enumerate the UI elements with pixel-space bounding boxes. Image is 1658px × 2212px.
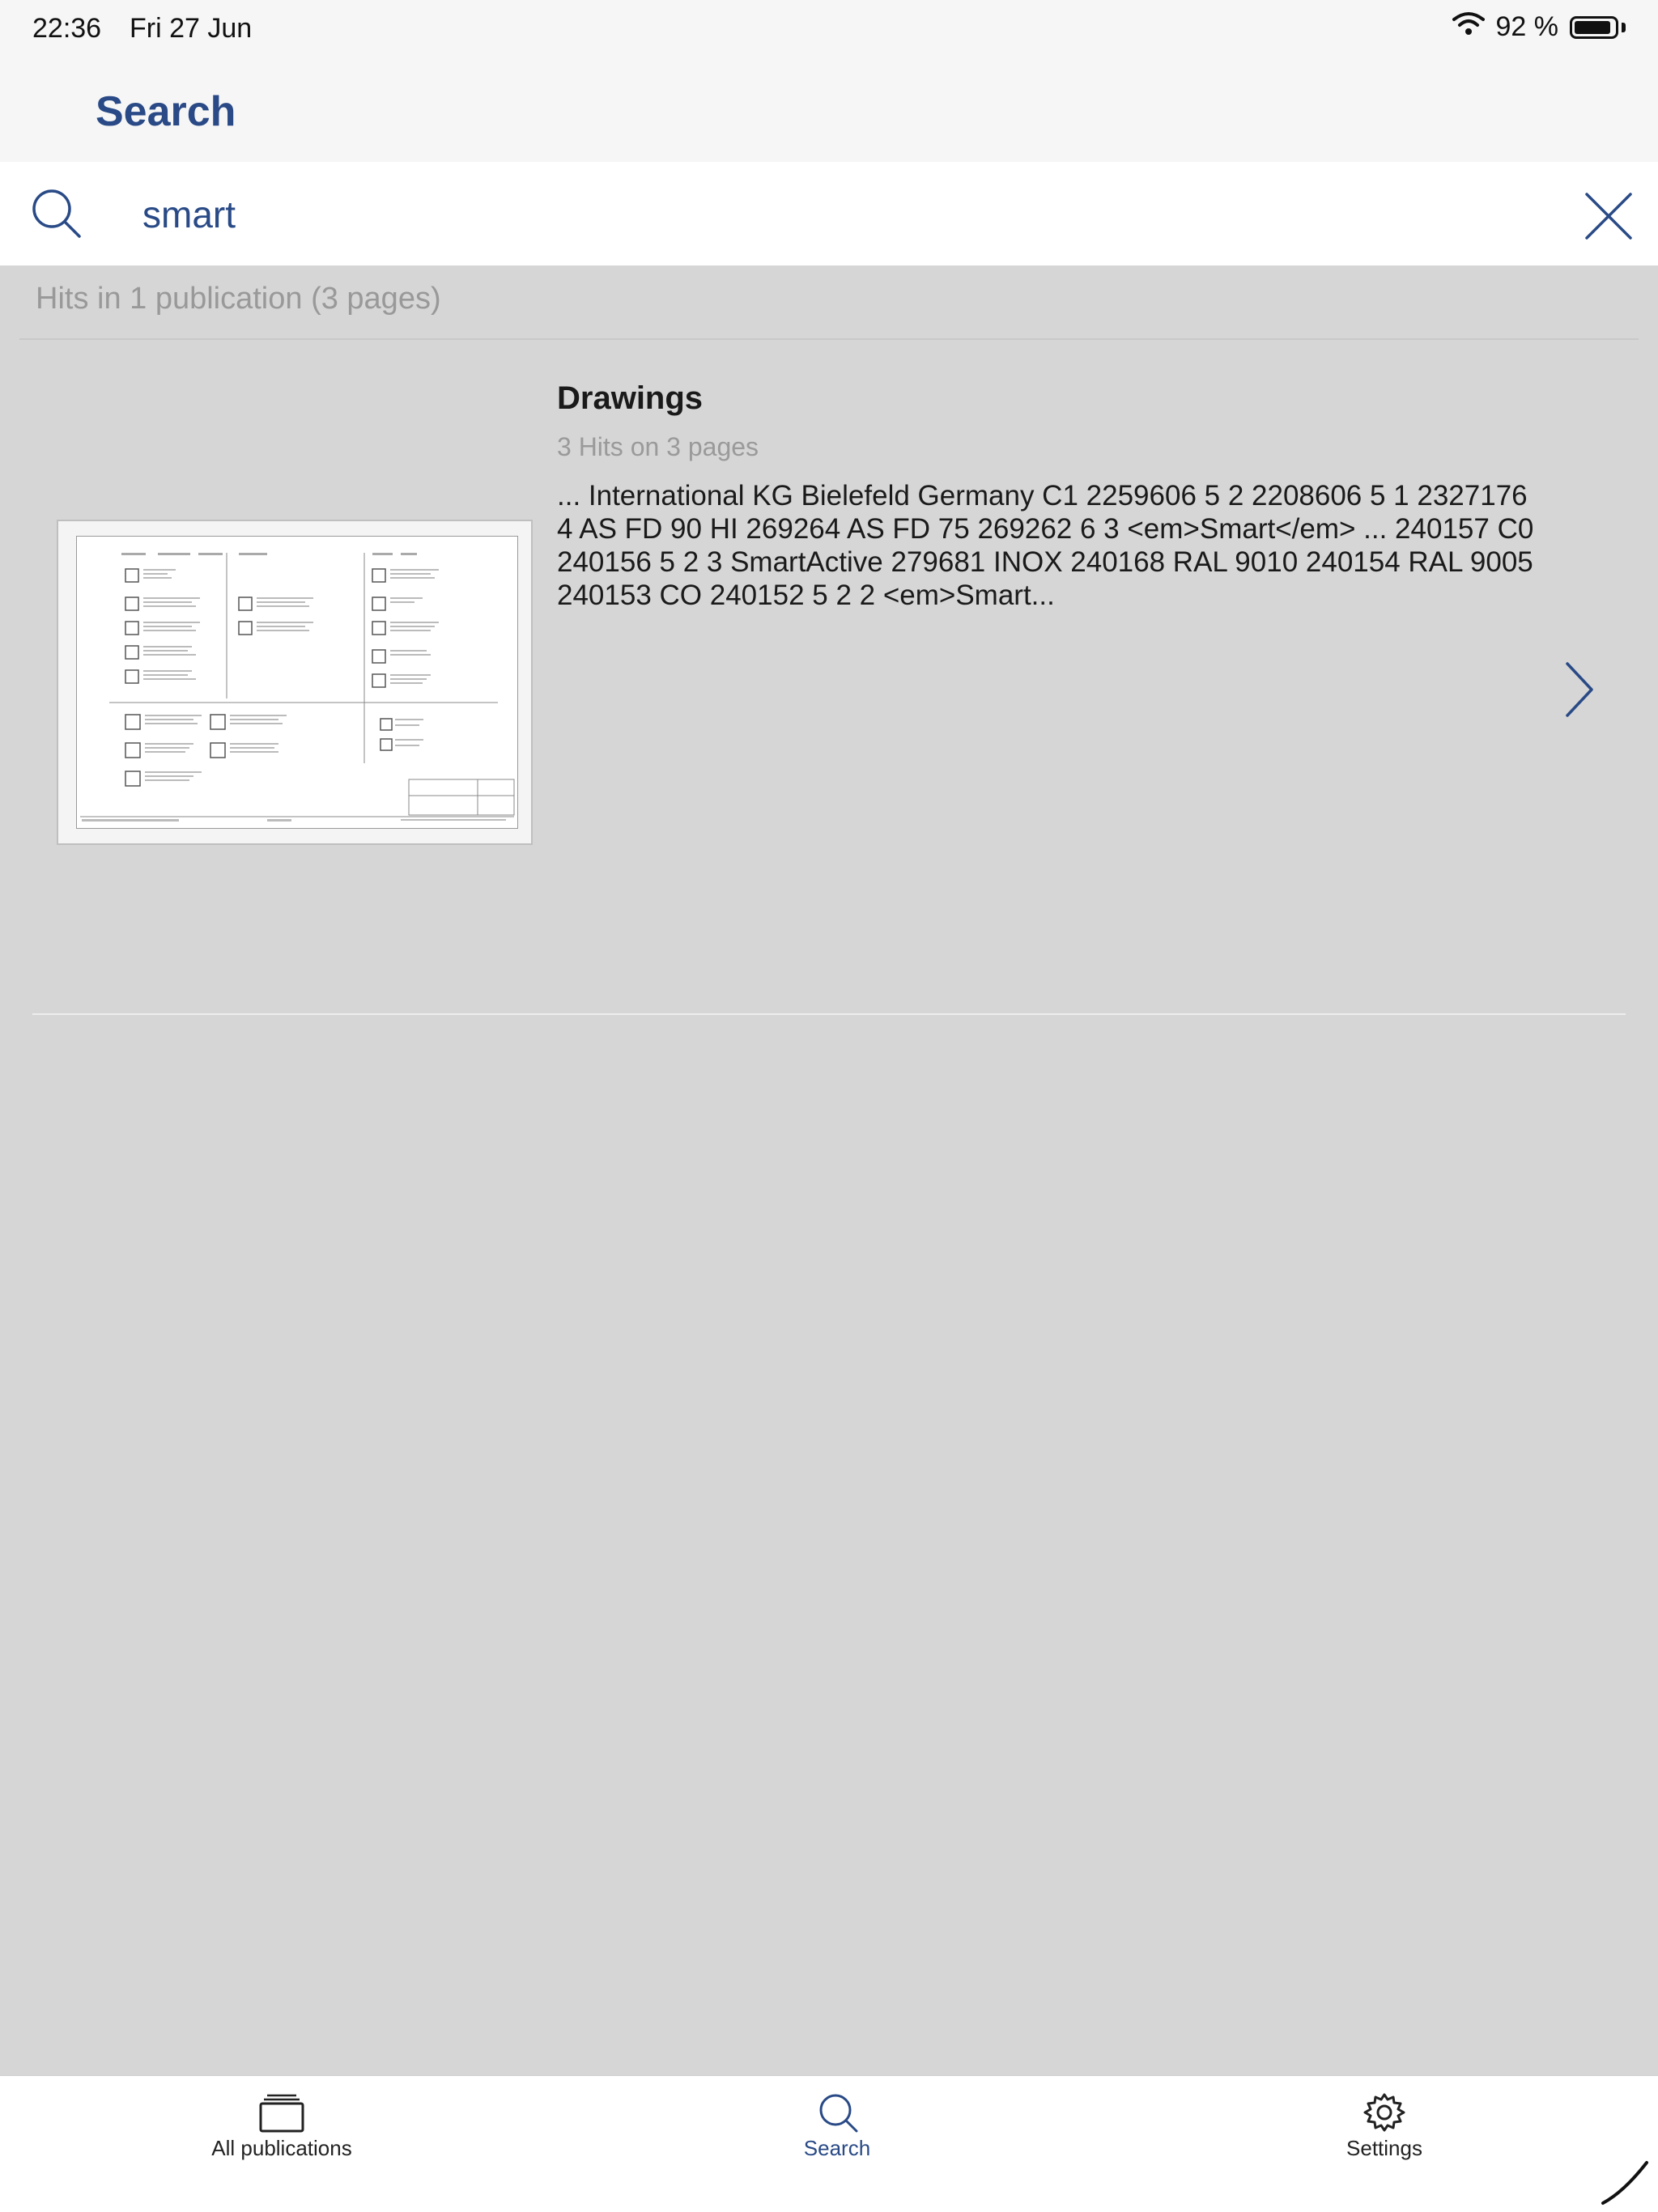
battery-percentage: 92 % (1495, 11, 1559, 42)
drawing-preview (80, 553, 515, 822)
search-result-item[interactable]: Drawings 3 Hits on 3 pages ... Internati… (0, 340, 1658, 1012)
tab-label: Search (803, 2136, 871, 2160)
publication-thumbnail (57, 520, 533, 845)
status-bar: 22:36 Fri 27 Jun 92 % (0, 0, 1658, 58)
battery-level (1575, 20, 1610, 34)
tab-settings[interactable]: Settings (1263, 2092, 1506, 2173)
battery-tip (1622, 22, 1626, 32)
tab-label: All publications (211, 2136, 352, 2160)
tab-search[interactable]: Search (716, 2092, 959, 2173)
status-indicators: 92 % (1452, 11, 1626, 43)
chevron-right-icon[interactable] (1561, 657, 1598, 722)
pencil-indicator-icon (1600, 2156, 1650, 2206)
publications-icon (160, 2092, 403, 2133)
results-summary: Hits in 1 publication (3 pages) (36, 282, 441, 316)
search-icon (716, 2092, 959, 2133)
gear-icon (1263, 2092, 1506, 2133)
tab-bar: All publications Search Settings (0, 2075, 1658, 2212)
thumbnail-page (76, 536, 518, 829)
close-icon[interactable] (1579, 186, 1639, 246)
search-bar (0, 162, 1658, 265)
divider (32, 1013, 1626, 1015)
result-snippet: ... International KG Bielefeld Germany C… (557, 480, 1534, 611)
search-icon (29, 186, 86, 243)
page-title: Search (96, 88, 236, 135)
status-time: 22:36 (32, 13, 102, 44)
result-title: Drawings (557, 380, 704, 416)
tab-all-publications[interactable]: All publications (160, 2092, 403, 2173)
result-hit-count: 3 Hits on 3 pages (557, 432, 759, 461)
wifi-icon (1452, 11, 1485, 43)
battery-icon (1570, 15, 1618, 39)
tab-label: Settings (1346, 2136, 1422, 2160)
status-date: Fri 27 Jun (130, 13, 253, 44)
navigation-bar: Search (0, 58, 1658, 162)
search-input[interactable] (142, 186, 1519, 243)
